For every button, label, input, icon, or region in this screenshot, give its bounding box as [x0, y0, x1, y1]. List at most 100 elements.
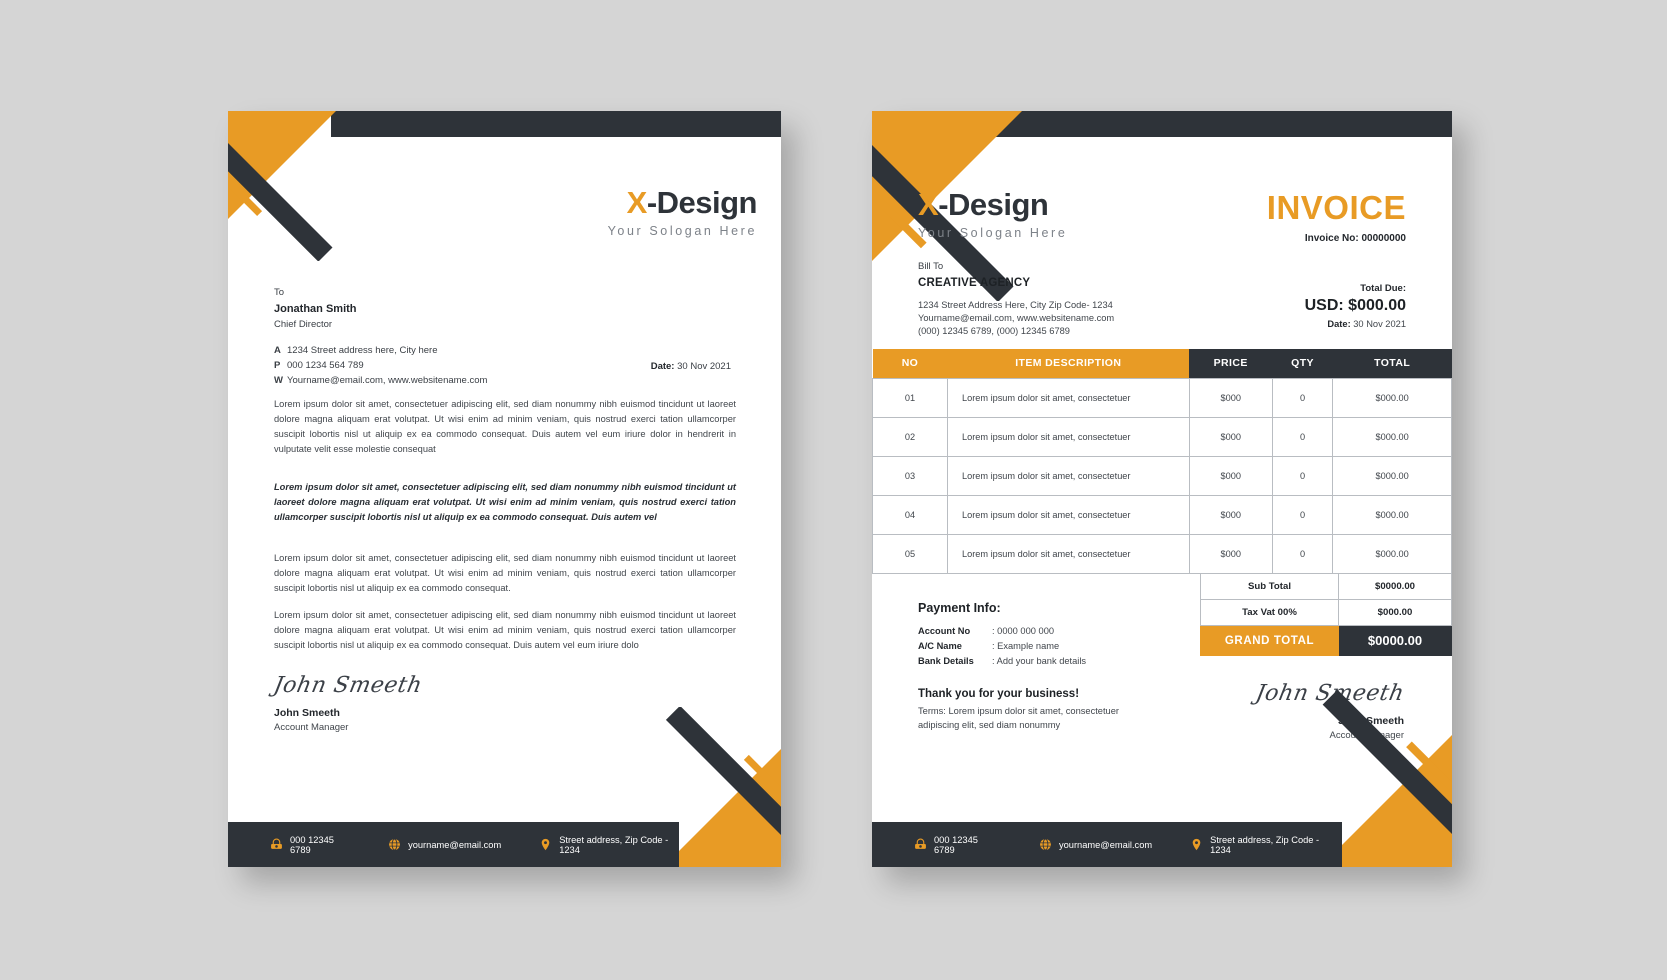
invoice-number-value: 00000000	[1361, 233, 1407, 244]
invoice-top-dark-bar	[992, 111, 1452, 137]
table-row: 05 Lorem ipsum dolor sit amet, consectet…	[872, 533, 1452, 574]
signature-role: Account Manager	[274, 722, 349, 733]
cell-qty: 0	[1271, 533, 1334, 574]
cell-total: $000.00	[1332, 455, 1452, 496]
payment-row-account-no: Account No: 0000 000 000	[918, 626, 1086, 636]
brand-slogan: Your Sologan Here	[607, 224, 757, 238]
signature-name: John Smeeth	[274, 707, 340, 719]
telephone-icon	[271, 838, 282, 849]
cell-no: 04	[872, 494, 948, 535]
totals-row-grand: GRAND TOTAL $0000.00	[1200, 625, 1452, 656]
globe-icon	[1040, 838, 1051, 851]
design-mockup-stage: X-Design Your Sologan Here To Jonathan S…	[0, 0, 1667, 980]
body-paragraph-2: Lorem ipsum dolor sit amet, consectetuer…	[274, 482, 736, 523]
recipient-name: Jonathan Smith	[274, 303, 357, 315]
cell-no: 05	[872, 533, 948, 574]
column-header-qty: QTY	[1272, 349, 1333, 378]
invoice-date: Date: 30 Nov 2021	[1305, 319, 1406, 329]
cell-price: $000	[1188, 455, 1273, 496]
cell-total: $000.00	[1332, 533, 1452, 574]
recipient-contact-web: W Yourname@email.com, www.websitename.com	[274, 375, 487, 386]
table-row: 04 Lorem ipsum dolor sit amet, consectet…	[872, 494, 1452, 535]
total-due-label: Total Due:	[1360, 283, 1406, 294]
footer-address-text: Street address, Zip Code - 1234	[1210, 834, 1320, 855]
invoice-footer-bar: 000 12345 6789 yourname@email.com Street…	[872, 822, 1342, 867]
grand-total-label: GRAND TOTAL	[1200, 625, 1339, 656]
cell-desc: Lorem ipsum dolor sit amet, consectetuer	[946, 494, 1190, 535]
invoice-date-value: 30 Nov 2021	[1353, 319, 1406, 329]
grand-total-value: $0000.00	[1338, 625, 1452, 656]
location-pin-icon	[1192, 838, 1201, 851]
column-header-no: NO	[872, 349, 948, 378]
cell-price: $000	[1188, 377, 1273, 418]
brand-name-accent: X	[918, 187, 939, 222]
contact-value-phone: 000 1234 564 789	[287, 360, 364, 371]
telephone-icon	[915, 838, 926, 849]
invoice-date-label: Date:	[1327, 319, 1351, 329]
brand-name-rest: -Design	[646, 185, 758, 220]
cell-no: 02	[872, 416, 948, 457]
footer-phone: 000 12345 6789	[270, 835, 350, 855]
footer-phone-text: 000 12345 6789	[934, 834, 978, 855]
bill-to-email: Yourname@email.com, www.websitename.com	[918, 313, 1115, 323]
letterhead-top-dark-bar	[331, 111, 781, 137]
table-row: 03 Lorem ipsum dolor sit amet, consectet…	[872, 455, 1452, 496]
bill-to-label: Bill To	[918, 261, 944, 272]
cell-total: $000.00	[1332, 377, 1452, 418]
bill-to-phone: (000) 12345 6789, (000) 12345 6789	[918, 326, 1070, 336]
payment-info-title: Payment Info:	[918, 601, 1001, 615]
recipient-contact-phone: P 000 1234 564 789	[274, 360, 487, 371]
brand-slogan: Your Sologan Here	[918, 226, 1068, 240]
bill-to-address: 1234 Street Address Here, City Zip Code-…	[918, 300, 1113, 310]
thank-you-message: Thank you for your business!	[918, 688, 1080, 700]
cell-price: $000	[1188, 416, 1273, 457]
table-header-row: NO ITEM DESCRIPTION PRICE QTY TOTAL	[872, 349, 1452, 378]
footer-email: yourname@email.com	[1039, 838, 1152, 851]
invoice-title: INVOICE	[1266, 189, 1406, 226]
table-row: 01 Lorem ipsum dolor sit amet, consectet…	[872, 377, 1452, 418]
contact-key-phone: P	[274, 360, 281, 371]
date-value: 30 Nov 2021	[677, 361, 731, 372]
total-due-amount: USD: $000.00	[1304, 297, 1406, 314]
recipient-block: To Jonathan Smith Chief Director A 1234 S…	[274, 287, 487, 386]
tax-value: $000.00	[1338, 599, 1452, 626]
subtotal-label: Sub Total	[1200, 573, 1339, 600]
footer-email-text: yourname@email.com	[408, 839, 502, 850]
footer-phone-text: 000 12345 6789	[290, 834, 334, 855]
cell-desc: Lorem ipsum dolor sit amet, consectetuer	[946, 377, 1190, 418]
payment-info-block: Payment Info: Account No: 0000 000 000 A…	[918, 601, 1086, 666]
payment-row-ac-name: A/C Name: Example name	[918, 641, 1086, 651]
tax-label: Tax Vat 00%	[1200, 599, 1339, 626]
recipient-contact-address: A 1234 Street address here, City here	[274, 345, 487, 356]
payment-row-bank-details: Bank Details: Add your bank details	[918, 656, 1086, 666]
cell-desc: Lorem ipsum dolor sit amet, consectetuer	[946, 416, 1190, 457]
cell-price: $000	[1188, 533, 1273, 574]
body-paragraph-4: Lorem ipsum dolor sit amet, consectetuer…	[274, 610, 736, 651]
invoice-totals-table: Sub Total $0000.00 Tax Vat 00% $000.00 G…	[1200, 573, 1452, 656]
recipient-role: Chief Director	[274, 319, 333, 330]
cell-desc: Lorem ipsum dolor sit amet, consectetuer	[946, 533, 1190, 574]
cell-price: $000	[1188, 494, 1273, 535]
letterhead-document: X-Design Your Sologan Here To Jonathan S…	[228, 111, 781, 867]
cell-no: 03	[872, 455, 948, 496]
body-paragraph-3: Lorem ipsum dolor sit amet, consectetuer…	[274, 553, 736, 594]
contact-value-address: 1234 Street address here, City here	[287, 345, 438, 356]
payment-value-ac-name: : Example name	[992, 641, 1060, 651]
brand-name-accent: X	[626, 185, 648, 220]
footer-phone: 000 12345 6789	[914, 835, 1001, 855]
payment-key-bank-details: Bank Details	[918, 656, 974, 666]
invoice-number: Invoice No: 00000000	[1267, 233, 1406, 244]
footer-address-text: Street address, Zip Code - 1234	[559, 834, 669, 855]
total-due-block: Total Due: USD: $000.00 Date: 30 Nov 202…	[1305, 283, 1406, 329]
letterhead-footer-bar: 000 12345 6789 yourname@email.com Street…	[228, 822, 679, 867]
contact-key-address: A	[274, 345, 281, 356]
invoice-items-table: NO ITEM DESCRIPTION PRICE QTY TOTAL 01 L…	[872, 349, 1452, 574]
bill-to-company: CREATIVE AGENCY	[918, 277, 1031, 289]
contact-value-web: Yourname@email.com, www.websitename.com	[287, 375, 488, 386]
footer-address: Street address, Zip Code - 1234	[539, 835, 679, 855]
footer-email-text: yourname@email.com	[1058, 839, 1153, 850]
cell-total: $000.00	[1332, 416, 1452, 457]
totals-row-subtotal: Sub Total $0000.00	[1200, 573, 1452, 600]
payment-value-account-no: : 0000 000 000	[992, 626, 1055, 636]
brand-name: X-Design	[918, 189, 1067, 220]
